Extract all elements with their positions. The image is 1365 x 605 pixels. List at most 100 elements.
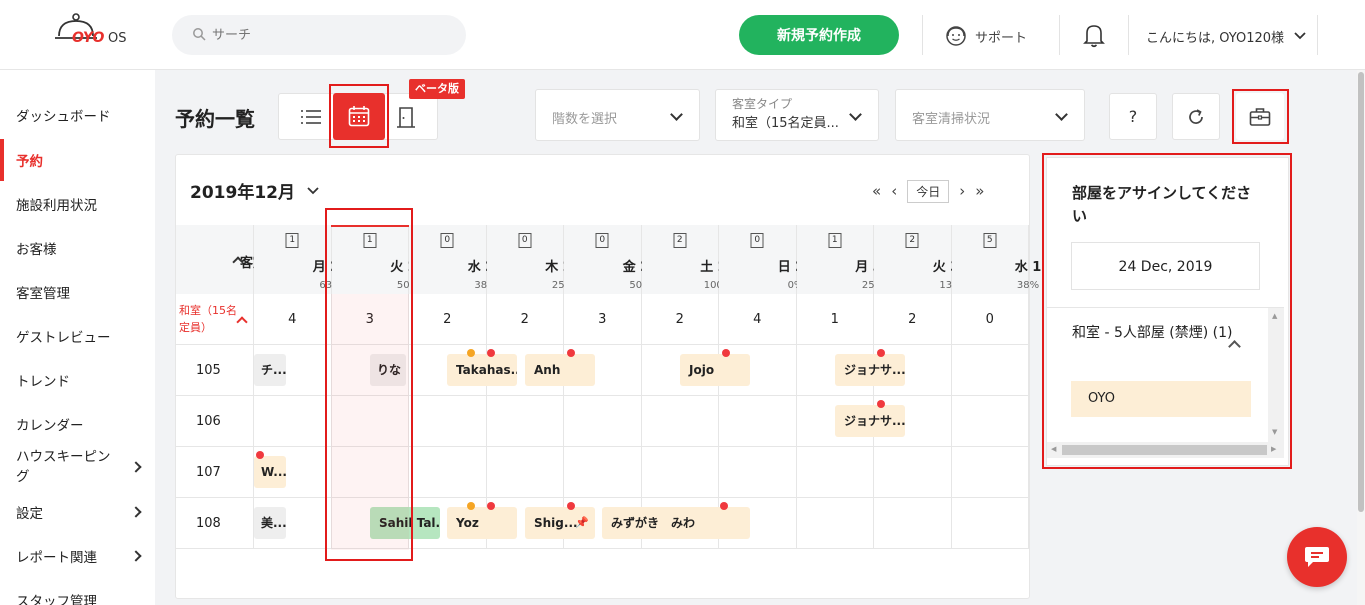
page-scrollbar-thumb[interactable] (1358, 72, 1364, 512)
sidebar-item-bookings[interactable]: 予約 (16, 150, 146, 170)
day-header[interactable]: 5水 1 38% (951, 225, 1041, 294)
new-booking-button[interactable]: 新規予約作成 (739, 15, 899, 55)
calendar-cell[interactable] (486, 396, 564, 447)
day-header[interactable]: 0木 26 25% (486, 225, 581, 294)
help-label: ? (1128, 107, 1138, 126)
sidebar-item-occupancy[interactable]: 施設利用状況 (16, 194, 146, 214)
cleaning-status-select[interactable]: 客室清掃状況 (895, 89, 1085, 141)
booking-block[interactable]: Anh (525, 354, 595, 386)
support-headset-icon (946, 26, 966, 46)
booking-guest-name: Jojo (689, 363, 715, 377)
oyo-os-logo[interactable]: OYO OS (52, 12, 132, 56)
booking-block[interactable]: Takahas... (447, 354, 517, 386)
sidebar-item-rooms[interactable]: 客室管理 (16, 282, 146, 302)
divider (1317, 15, 1318, 55)
calendar-cell[interactable] (874, 447, 952, 498)
bell-icon[interactable] (1082, 22, 1106, 48)
chat-button[interactable] (1287, 527, 1347, 587)
booking-block[interactable]: W... (254, 456, 286, 488)
chevron-down-icon (307, 186, 319, 194)
today-button[interactable]: 今日 (907, 179, 950, 203)
calendar-cell[interactable] (796, 498, 874, 549)
sidebar-item-guests[interactable]: お客様 (16, 238, 146, 258)
calendar-cell[interactable] (641, 396, 719, 447)
booking-block[interactable]: ジョナサ... (835, 405, 905, 437)
calendar-cell[interactable] (951, 345, 1029, 396)
sidebar-item-trends[interactable]: トレンド (16, 370, 146, 390)
calendar-cell[interactable] (641, 447, 719, 498)
booking-block[interactable]: ジョナサ... (835, 354, 905, 386)
calendar-cell[interactable] (409, 396, 487, 447)
room-type-cell[interactable]: 和室（15名定員） (176, 294, 254, 345)
calendar-cell[interactable] (951, 447, 1029, 498)
next-month-icon[interactable]: » (975, 182, 984, 200)
search-input[interactable] (212, 23, 452, 47)
calendar-cell[interactable] (719, 396, 797, 447)
calendar-grid: 客室 1 月 23 63% 4 1 火 24 50% 3 0 水 25 38% 2 0 木 26 25% 2 0 金… (176, 225, 1041, 550)
support-link[interactable]: サポート (945, 22, 1027, 50)
day-header[interactable]: 1月 23 63% (254, 225, 348, 294)
room-type-select[interactable]: 客室タイプ 和室（15名定員... (715, 89, 879, 141)
calendar-cell[interactable] (951, 396, 1029, 447)
day-header[interactable]: 2土 28 100% (641, 225, 736, 294)
highlight-box (325, 208, 413, 561)
calendar-cell[interactable] (486, 447, 564, 498)
page-title: 予約一覧 (175, 107, 255, 131)
search-box[interactable] (172, 15, 466, 55)
floor-select[interactable]: 階数を選択 (535, 89, 700, 141)
chevron-down-icon (1055, 108, 1068, 121)
booking-block[interactable]: Yoz (447, 507, 517, 539)
day-header[interactable]: 0水 25 38% (409, 225, 503, 294)
sidebar-item-staff[interactable]: スタッフ管理 (16, 590, 146, 605)
booking-guest-name: チ... (261, 363, 286, 377)
room-column-header[interactable]: 客室 (176, 225, 266, 294)
month-selector[interactable]: 2019年12月 (190, 178, 319, 203)
logo-brand-text: OYO (72, 30, 105, 46)
refresh-icon (1189, 108, 1203, 124)
floor-select-placeholder: 階数を選択 (552, 112, 618, 127)
logo-os-text: OS (108, 31, 127, 46)
divider (922, 15, 923, 55)
chat-icon (1305, 547, 1329, 567)
day-header[interactable]: 2火 31 13% (874, 225, 968, 294)
sidebar-item-reports[interactable]: レポート関連 (16, 546, 146, 566)
sidebar-item-calendar[interactable]: カレンダー (16, 414, 146, 434)
booking-block[interactable]: Jojo (680, 354, 750, 386)
booking-block[interactable]: 美... (254, 507, 286, 539)
beta-badge: ベータ版 (409, 79, 465, 99)
user-menu[interactable]: こんにちは, OYO120様 (1146, 22, 1306, 50)
prev-month-icon[interactable]: « (872, 182, 881, 200)
calendar-cell[interactable] (951, 498, 1029, 549)
sidebar-item-dashboard[interactable]: ダッシュボード (16, 105, 146, 125)
highlight-box (1232, 89, 1289, 144)
sidebar-item-housekeeping[interactable]: ハウスキーピング (16, 447, 146, 487)
calendar-cell[interactable] (796, 447, 874, 498)
calendar-cell[interactable] (254, 396, 332, 447)
day-header[interactable]: 1月 30 25% (796, 225, 891, 294)
booking-guest-name: Takahas... (456, 363, 517, 377)
calendar-cell[interactable] (564, 396, 642, 447)
selected-day-indicator (331, 225, 409, 227)
list-view-icon[interactable] (300, 106, 322, 128)
sidebar-item-reviews[interactable]: ゲストレビュー (16, 326, 146, 346)
divider (1128, 15, 1129, 55)
calendar-cell[interactable] (564, 447, 642, 498)
calendar-cell[interactable] (719, 447, 797, 498)
help-button[interactable]: ? (1109, 93, 1157, 140)
next-day-icon[interactable]: › (959, 182, 965, 200)
day-booking-count: 0 (440, 233, 454, 248)
refresh-button[interactable] (1172, 93, 1220, 140)
calendar-cell[interactable] (874, 498, 952, 549)
unpaid-dot-icon (722, 349, 730, 357)
day-header[interactable]: 0日 29 0% (719, 225, 813, 294)
booking-block[interactable]: チ... (254, 354, 286, 386)
calendar-cell[interactable] (409, 447, 487, 498)
prev-day-icon[interactable]: ‹ (891, 182, 897, 200)
highlight-box (1042, 153, 1292, 469)
sidebar-item-settings[interactable]: 設定 (16, 502, 146, 522)
day-header[interactable]: 0金 27 50% (564, 225, 658, 294)
sidebar-item-label: 設定 (16, 506, 43, 522)
booking-block[interactable]: みずがき みわ (602, 507, 750, 539)
booking-block[interactable]: Shig... 📌 (525, 507, 595, 539)
door-view-icon[interactable] (396, 106, 416, 128)
